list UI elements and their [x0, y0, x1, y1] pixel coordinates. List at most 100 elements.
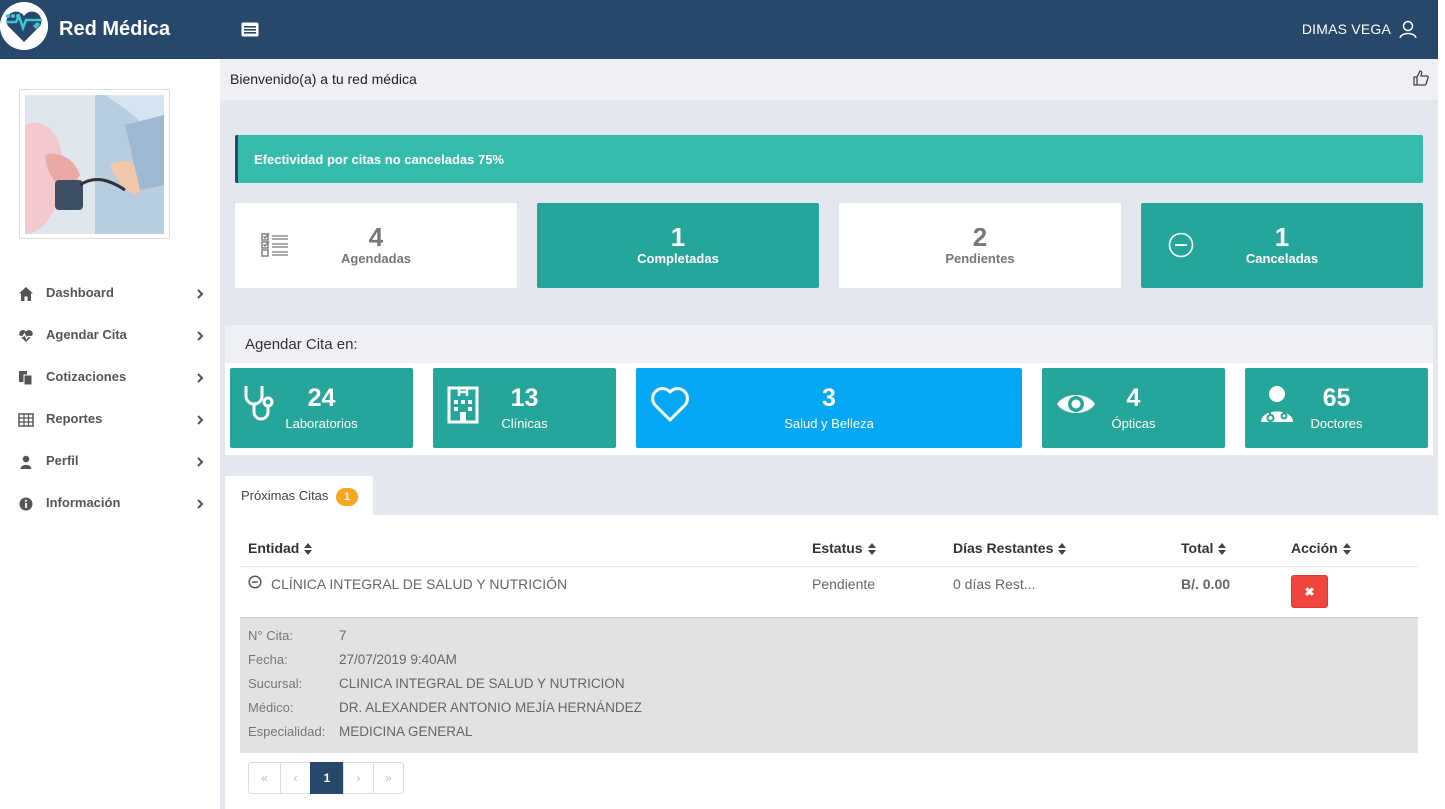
- sort-icon: [867, 542, 876, 556]
- column-header-accion[interactable]: Acción: [1291, 540, 1351, 556]
- chevron-right-icon: [196, 497, 204, 509]
- sidebar-item-reportes[interactable]: Reportes: [0, 399, 220, 441]
- category-opticas[interactable]: 4 Ópticas: [1042, 368, 1225, 448]
- cell-entity: CLÍNICA INTEGRAL DE SALUD Y NUTRICIÓN: [271, 576, 568, 592]
- stat-value: 1: [1274, 222, 1290, 252]
- sidebar-item-perfil[interactable]: Perfil: [0, 441, 220, 483]
- sidebar-item-cotizaciones[interactable]: Cotizaciones: [0, 357, 220, 399]
- stat-agendadas[interactable]: 4 Agendadas: [235, 203, 517, 288]
- detail-key: Fecha:: [248, 652, 288, 667]
- current-page-button[interactable]: 1: [310, 762, 344, 794]
- user-icon: [18, 454, 34, 470]
- category-laboratorios[interactable]: 24 Laboratorios: [230, 368, 413, 448]
- schedule-heading-bar: Agendar Cita en:: [225, 325, 1433, 363]
- pagination: « ‹ 1 › »: [248, 762, 404, 794]
- cancel-appointment-button[interactable]: ✖: [1291, 575, 1328, 608]
- chevron-right-icon: [196, 329, 204, 341]
- profile-picture: [19, 89, 170, 239]
- menu-toggle-icon[interactable]: [241, 22, 259, 37]
- stat-value: 1: [670, 222, 686, 252]
- category-label: Ópticas: [1111, 416, 1156, 431]
- header-divider: [240, 566, 1418, 567]
- schedule-heading: Agendar Cita en:: [245, 336, 358, 353]
- chevron-right-icon: [196, 413, 204, 425]
- user-name[interactable]: DIMAS VEGA: [1302, 21, 1391, 37]
- stat-value: 4: [368, 222, 384, 252]
- tab-label: Próximas Citas: [241, 488, 329, 503]
- detail-key: N° Cita:: [248, 628, 293, 643]
- detail-key: Médico:: [248, 700, 294, 715]
- stat-completadas[interactable]: 1 Completadas: [537, 203, 819, 288]
- stat-label: Canceladas: [1245, 251, 1319, 266]
- column-header-label: Días Restantes: [953, 540, 1054, 556]
- next-page-button[interactable]: ›: [343, 762, 374, 794]
- brand-logo[interactable]: [0, 2, 48, 50]
- chevron-right-icon: [196, 371, 204, 383]
- category-count: 24: [307, 384, 336, 412]
- welcome-text: Bienvenido(a) a tu red médica: [230, 71, 417, 87]
- category-doctores[interactable]: 65 Doctores: [1245, 368, 1428, 448]
- detail-value: MEDICINA GENERAL: [339, 724, 473, 739]
- sidebar-item-informacion[interactable]: Información: [0, 483, 220, 525]
- close-icon: ✖: [1304, 585, 1315, 599]
- category-salud-y-belleza[interactable]: 3 Salud y Belleza: [636, 368, 1022, 448]
- category-label: Clínicas: [501, 416, 548, 431]
- detail-key: Especialidad:: [248, 724, 326, 739]
- detail-value: 27/07/2019 9:40AM: [339, 652, 457, 667]
- sidebar-item-label: Cotizaciones: [46, 369, 127, 384]
- collapse-row-icon[interactable]: [248, 575, 262, 589]
- column-header-total[interactable]: Total: [1181, 540, 1227, 556]
- category-count: 3: [822, 384, 836, 412]
- stat-label: Agendadas: [340, 251, 412, 266]
- column-header-label: Total: [1181, 540, 1214, 556]
- column-header-label: Acción: [1291, 540, 1338, 556]
- copy-icon: [18, 370, 34, 386]
- cell-days-left: 0 días Rest...: [953, 576, 1036, 592]
- column-header-dias-restantes[interactable]: Días Restantes: [953, 540, 1067, 556]
- category-label: Salud y Belleza: [784, 416, 874, 431]
- column-header-estatus[interactable]: Estatus: [812, 540, 876, 556]
- category-label: Doctores: [1310, 416, 1363, 431]
- tab-proximas-citas[interactable]: Próximas Citas 1: [225, 476, 373, 515]
- appointment-detail: N° Cita: 7 Fecha: 27/07/2019 9:40AM Sucu…: [240, 617, 1418, 753]
- sort-icon: [304, 542, 313, 556]
- sidebar: Dashboard Agendar Cita Cotizaciones Repo…: [0, 59, 220, 809]
- sidebar-item-agendar-cita[interactable]: Agendar Cita: [0, 315, 220, 357]
- sort-icon: [1342, 542, 1351, 556]
- brand-name[interactable]: Red Médica: [59, 18, 170, 41]
- category-clinicas[interactable]: 13 Clínicas: [433, 368, 616, 448]
- cell-status: Pendiente: [812, 576, 876, 592]
- home-icon: [18, 286, 34, 302]
- user-icon[interactable]: [1398, 19, 1418, 39]
- table-icon: [18, 412, 34, 428]
- sidebar-item-label: Dashboard: [46, 285, 114, 300]
- stat-value: 2: [972, 222, 988, 252]
- stat-canceladas[interactable]: 1 Canceladas: [1141, 203, 1423, 288]
- page-scrollbar[interactable]: [1438, 0, 1445, 809]
- stat-label: Pendientes: [945, 251, 1015, 266]
- sidebar-item-label: Agendar Cita: [46, 327, 127, 342]
- alert-text: Efectividad por citas no canceladas 75%: [254, 152, 504, 167]
- category-count: 13: [510, 384, 539, 412]
- category-count: 65: [1322, 384, 1351, 412]
- category-count: 4: [1126, 384, 1141, 412]
- info-icon: [18, 496, 34, 512]
- chevron-right-icon: [196, 287, 204, 299]
- heartbeat-icon: [18, 328, 34, 344]
- stat-pendientes[interactable]: 2 Pendientes: [839, 203, 1121, 288]
- chevron-right-icon: [196, 455, 204, 467]
- sidebar-item-label: Información: [46, 495, 121, 510]
- sort-icon: [1058, 542, 1067, 556]
- welcome-bar: Bienvenido(a) a tu red médica: [220, 59, 1438, 100]
- detail-value: DR. ALEXANDER ANTONIO MEJÍA HERNÁNDEZ: [339, 700, 642, 715]
- last-page-button[interactable]: »: [373, 762, 404, 794]
- prev-page-button[interactable]: ‹: [280, 762, 311, 794]
- count-badge: 1: [336, 488, 358, 506]
- column-header-entidad[interactable]: Entidad: [248, 540, 313, 556]
- column-header-label: Estatus: [812, 540, 863, 556]
- thumbs-up-icon[interactable]: [1412, 69, 1430, 87]
- sort-icon: [1218, 542, 1227, 556]
- sidebar-item-dashboard[interactable]: Dashboard: [0, 273, 220, 315]
- first-page-button[interactable]: «: [248, 762, 281, 794]
- detail-value: CLINICA INTEGRAL DE SALUD Y NUTRICION: [339, 676, 625, 691]
